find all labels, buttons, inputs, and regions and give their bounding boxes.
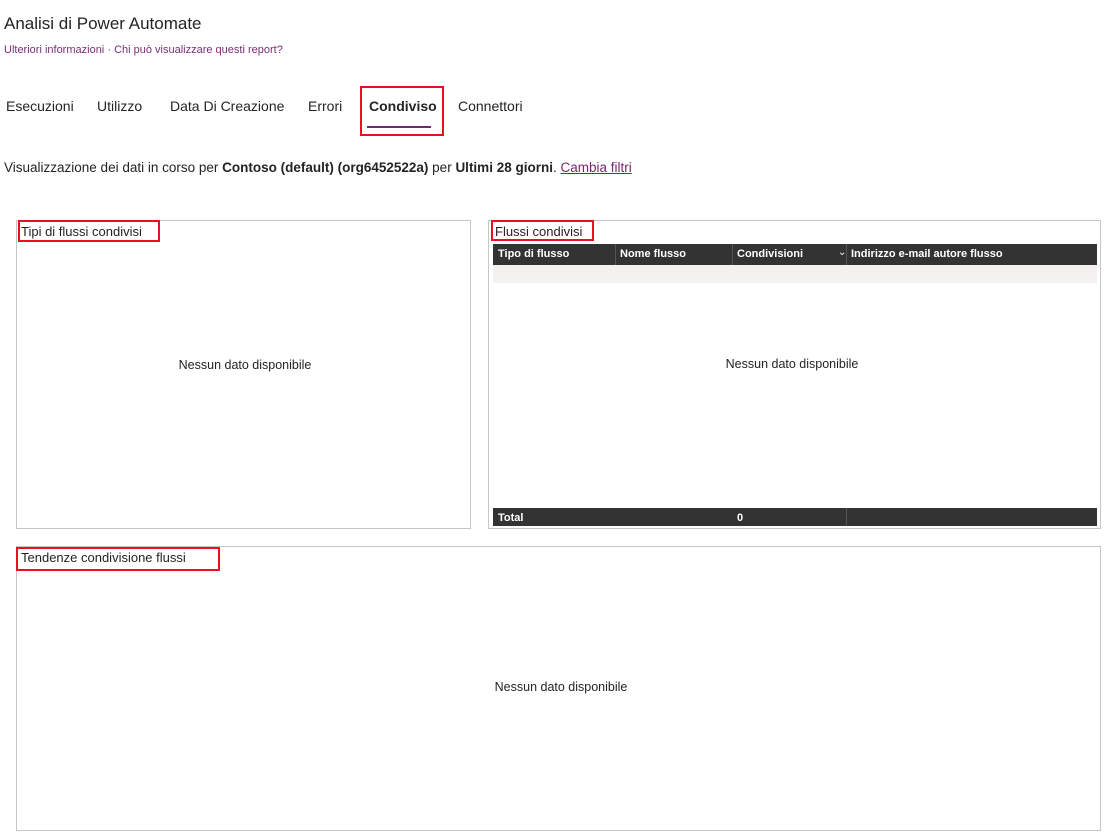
total-value: 0 xyxy=(737,512,744,524)
change-filters-link[interactable]: Cambia filtri xyxy=(560,160,631,175)
filter-summary: Visualizzazione dei dati in corso per Co… xyxy=(4,160,632,175)
column-separator xyxy=(846,508,847,526)
tab-data-di-creazione[interactable]: Data Di Creazione xyxy=(170,98,284,114)
highlight-box-tab xyxy=(360,86,444,136)
shared-flow-types-panel: Tipi di flussi condivisi Nessun dato dis… xyxy=(16,220,471,529)
more-info-link[interactable]: Ulteriori informazioni xyxy=(4,44,104,56)
page-title: Analisi di Power Automate xyxy=(4,14,202,33)
column-separator xyxy=(732,244,733,265)
tab-esecuzioni[interactable]: Esecuzioni xyxy=(6,98,74,114)
column-separator xyxy=(846,244,847,265)
tab-errori[interactable]: Errori xyxy=(308,98,342,114)
filter-prefix: Visualizzazione dei dati in corso per xyxy=(4,160,223,175)
highlight-box-trends-title xyxy=(16,547,220,571)
column-header-tipo-di-flusso[interactable]: Tipo di flusso xyxy=(498,248,569,260)
empty-message: Nessun dato disponibile xyxy=(725,357,859,371)
sharing-trends-panel: Tendenze condivisione flussi Nessun dato… xyxy=(16,546,1101,831)
empty-message: Nessun dato disponibile xyxy=(494,680,628,694)
shared-flows-panel: Flussi condivisi Tipo di flusso Nome flu… xyxy=(488,220,1101,529)
column-header-email-autore[interactable]: Indirizzo e-mail autore flusso xyxy=(851,248,1003,260)
highlight-box-types-title xyxy=(18,220,160,242)
total-label: Total xyxy=(498,512,524,524)
filter-period: Ultimi 28 giorni xyxy=(455,160,553,175)
filter-middle: per xyxy=(428,160,456,175)
empty-message: Nessun dato disponibile xyxy=(178,358,312,372)
report-tabs: Esecuzioni Utilizzo Data Di Creazione Er… xyxy=(0,86,600,134)
link-separator: · xyxy=(107,44,111,56)
column-separator xyxy=(615,244,616,265)
column-header-nome-flusso[interactable]: Nome flusso xyxy=(620,248,686,260)
column-header-condivisioni[interactable]: Condivisioni xyxy=(737,248,803,260)
highlight-box-flows-title xyxy=(491,220,594,241)
table-header: Tipo di flusso Nome flusso Condivisioni … xyxy=(493,244,1097,265)
table-row xyxy=(493,265,1097,283)
tab-utilizzo[interactable]: Utilizzo xyxy=(97,98,142,114)
who-can-view-link[interactable]: Chi può visualizzare questi report? xyxy=(114,44,283,56)
filter-environment: Contoso (default) (org6452522a) xyxy=(222,160,429,175)
table-total-row: Total 0 xyxy=(493,508,1097,526)
header-links: Ulteriori informazioni · Chi può visuali… xyxy=(4,44,283,56)
tab-connettori[interactable]: Connettori xyxy=(458,98,523,114)
